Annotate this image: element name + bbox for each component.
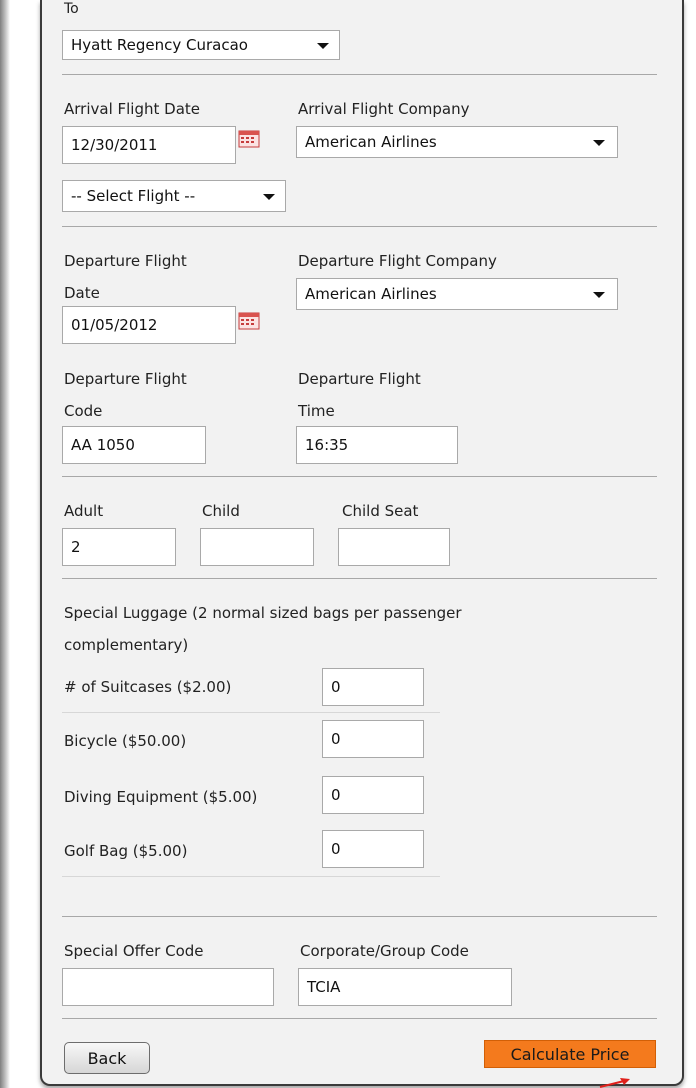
divider [62, 578, 657, 579]
adult-value: 2 [71, 538, 81, 556]
departure-company-value: American Airlines [305, 285, 437, 303]
luggage-intro: Special Luggage (2 normal sized bags per… [64, 604, 462, 622]
child-seat-input[interactable] [338, 528, 450, 566]
corporate-code-value: TCIA [307, 978, 341, 996]
departure-code-label: Departure Flight [64, 370, 187, 388]
arrival-date-value: 12/30/2011 [71, 136, 158, 154]
golf-bag-value: 0 [331, 840, 341, 858]
luggage-row-divider [62, 876, 440, 877]
bicycle-label: Bicycle ($50.00) [64, 732, 187, 750]
adult-input[interactable]: 2 [62, 528, 176, 566]
bicycle-value: 0 [331, 730, 341, 748]
chevron-down-icon [593, 292, 605, 298]
luggage-row-divider [62, 712, 440, 713]
arrival-flight-select-value: -- Select Flight -- [71, 187, 196, 205]
departure-time-value: 16:35 [305, 436, 349, 454]
bicycle-input[interactable]: 0 [322, 720, 424, 758]
departure-code-input[interactable]: AA 1050 [62, 426, 206, 464]
adult-label: Adult [64, 502, 104, 520]
departure-time-label: Departure Flight [298, 370, 421, 388]
departure-company-label: Departure Flight Company [298, 252, 497, 270]
diving-equipment-value: 0 [331, 786, 341, 804]
diving-equipment-label: Diving Equipment ($5.00) [64, 788, 258, 806]
back-button[interactable]: Back [64, 1042, 150, 1074]
page: To Hyatt Regency Curacao Arrival Flight … [0, 0, 696, 1088]
child-input[interactable] [200, 528, 314, 566]
divider [62, 916, 657, 917]
calendar-icon[interactable] [238, 130, 260, 148]
departure-time-label-2: Time [298, 402, 335, 420]
arrival-flight-select[interactable]: -- Select Flight -- [62, 180, 286, 212]
suitcases-value: 0 [331, 678, 341, 696]
calendar-icon[interactable] [238, 312, 260, 330]
departure-company-select[interactable]: American Airlines [296, 278, 618, 310]
to-select-value: Hyatt Regency Curacao [71, 36, 248, 54]
golf-bag-label: Golf Bag ($5.00) [64, 842, 188, 860]
departure-date-input[interactable]: 01/05/2012 [62, 306, 236, 344]
departure-date-value: 01/05/2012 [71, 316, 158, 334]
divider [62, 226, 657, 227]
departure-date-label-2: Date [64, 284, 100, 302]
child-seat-label: Child Seat [342, 502, 419, 520]
chevron-down-icon [263, 194, 275, 200]
departure-code-value: AA 1050 [71, 436, 135, 454]
arrival-company-label: Arrival Flight Company [298, 100, 470, 118]
departure-date-label: Departure Flight [64, 252, 187, 270]
to-select[interactable]: Hyatt Regency Curacao [62, 30, 340, 60]
divider [62, 74, 657, 75]
special-offer-input[interactable] [62, 968, 274, 1006]
suitcases-input[interactable]: 0 [322, 668, 424, 706]
arrival-date-input[interactable]: 12/30/2011 [62, 126, 236, 164]
calculate-price-button[interactable]: Calculate Price [484, 1040, 656, 1068]
special-offer-label: Special Offer Code [64, 942, 204, 960]
child-label: Child [202, 502, 240, 520]
window-edge [0, 0, 10, 1088]
divider [62, 1018, 657, 1019]
arrival-company-value: American Airlines [305, 133, 437, 151]
arrival-date-label: Arrival Flight Date [64, 100, 200, 118]
diving-equipment-input[interactable]: 0 [322, 776, 424, 814]
departure-time-input[interactable]: 16:35 [296, 426, 458, 464]
chevron-down-icon [317, 43, 329, 49]
corporate-code-input[interactable]: TCIA [298, 968, 512, 1006]
golf-bag-input[interactable]: 0 [322, 830, 424, 868]
corporate-code-label: Corporate/Group Code [300, 942, 469, 960]
chevron-down-icon [593, 140, 605, 146]
to-label: To [64, 1, 79, 17]
suitcases-label: # of Suitcases ($2.00) [64, 678, 232, 696]
divider [62, 476, 657, 477]
luggage-intro-2: complementary) [64, 636, 189, 654]
arrival-company-select[interactable]: American Airlines [296, 126, 618, 158]
pointer-arrow-icon [599, 1078, 630, 1088]
departure-code-label-2: Code [64, 402, 103, 420]
